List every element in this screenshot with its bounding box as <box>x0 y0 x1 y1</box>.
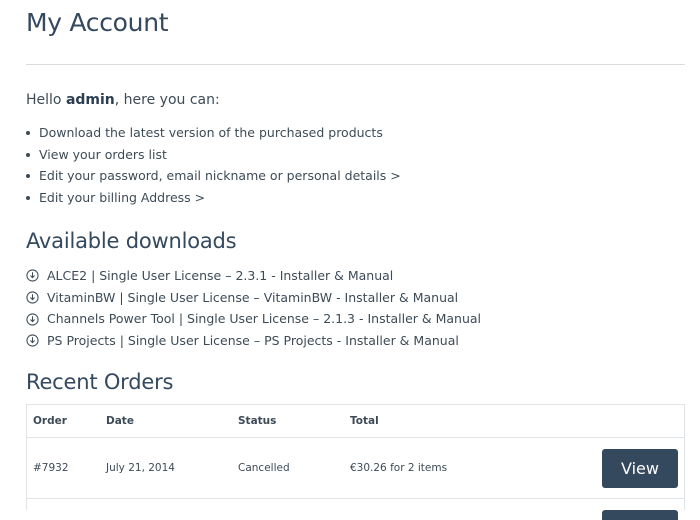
download-link[interactable]: Channels Power Tool | Single User Licens… <box>47 310 481 328</box>
greeting-suffix: , here you can: <box>114 92 220 108</box>
download-link[interactable]: PS Projects | Single User License – PS P… <box>47 332 459 350</box>
table-row: #7932 July 21, 2014 Cancelled €30.26 for… <box>27 438 684 499</box>
download-link[interactable]: VitaminBW | Single User License – Vitami… <box>47 289 458 307</box>
column-header-order: Order <box>33 415 67 427</box>
list-item: View your orders list <box>26 146 401 168</box>
view-order-button[interactable]: View <box>602 449 678 488</box>
order-number[interactable]: #7932 <box>33 462 69 474</box>
greeting-username: admin <box>65 92 115 108</box>
bullet-icon <box>26 174 30 179</box>
order-date: July 21, 2014 <box>106 462 175 474</box>
download-circle-icon <box>26 291 39 304</box>
table-header-row: Order Date Status Total <box>27 405 684 438</box>
view-orders-link[interactable]: View your orders list <box>39 147 167 162</box>
greeting: Hello admin, here you can: <box>26 92 220 108</box>
download-item: Channels Power Tool | Single User Licens… <box>26 308 481 330</box>
edit-billing-address-link[interactable]: Edit your billing Address > <box>39 190 205 205</box>
list-item: Download the latest version of the purch… <box>26 124 401 146</box>
order-status: Cancelled <box>238 462 290 474</box>
download-circle-icon <box>26 313 39 326</box>
title-divider <box>26 64 685 65</box>
download-latest-link[interactable]: Download the latest version of the purch… <box>39 125 383 140</box>
account-links-list: Download the latest version of the purch… <box>26 124 401 211</box>
download-item: ALCE2 | Single User License – 2.3.1 - In… <box>26 265 481 287</box>
bullet-icon <box>26 196 30 201</box>
edit-account-details-link[interactable]: Edit your password, email nickname or pe… <box>39 168 401 183</box>
column-header-date: Date <box>106 415 134 427</box>
column-header-status: Status <box>238 415 277 427</box>
greeting-prefix: Hello <box>26 92 66 108</box>
download-circle-icon <box>26 334 39 347</box>
bullet-icon <box>26 152 30 157</box>
column-header-total: Total <box>350 415 379 427</box>
bullet-icon <box>26 131 30 135</box>
downloads-title: Available downloads <box>26 229 237 253</box>
order-total: €30.26 for 2 items <box>350 462 448 474</box>
list-item: Edit your billing Address > <box>26 189 401 211</box>
recent-orders-table: Order Date Status Total #7932 July 21, 2… <box>26 404 685 520</box>
next-row-view-button[interactable] <box>602 510 678 520</box>
list-item: Edit your password, email nickname or pe… <box>26 167 401 189</box>
download-item: PS Projects | Single User License – PS P… <box>26 330 481 352</box>
download-item: VitaminBW | Single User License – Vitami… <box>26 287 481 309</box>
downloads-list: ALCE2 | Single User License – 2.3.1 - In… <box>26 265 481 352</box>
recent-orders-title: Recent Orders <box>26 370 174 394</box>
my-account-page: My Account Hello admin, here you can: Do… <box>26 0 685 520</box>
download-circle-icon <box>26 269 39 282</box>
download-link[interactable]: ALCE2 | Single User License – 2.3.1 - In… <box>47 267 393 285</box>
page-title: My Account <box>26 8 169 37</box>
